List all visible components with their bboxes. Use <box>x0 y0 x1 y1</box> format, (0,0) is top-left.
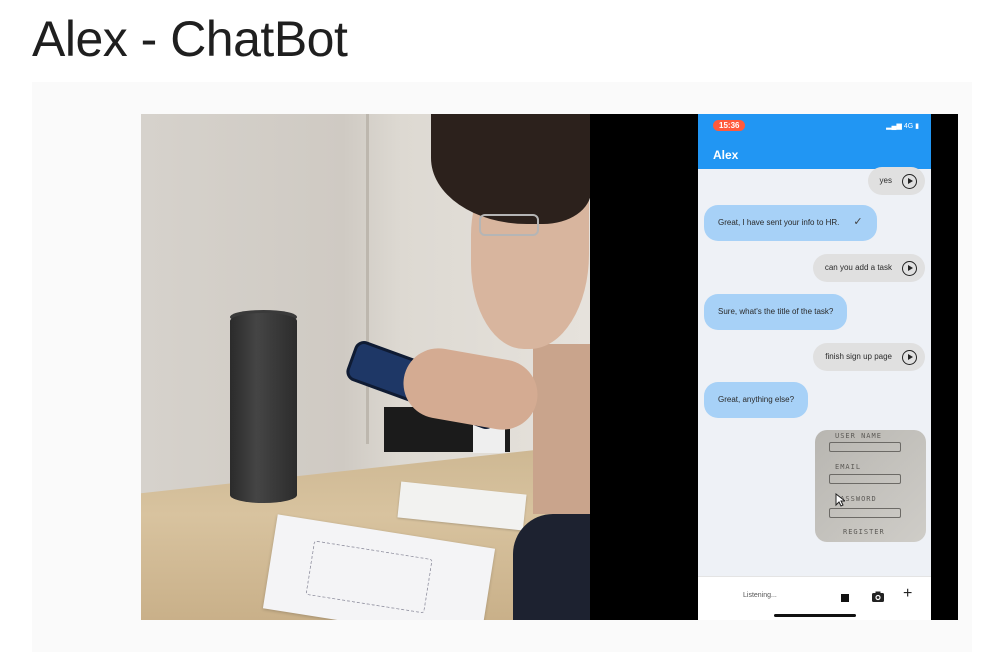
check-icon: ✓ <box>853 216 863 229</box>
demo-video[interactable]: 15:36 ▂▄▆ 4G ▮ Alex yes Great, I have se… <box>141 114 958 620</box>
person-hair <box>431 114 590 224</box>
wall-corner <box>366 114 369 444</box>
sketch-field <box>829 442 901 452</box>
app-bar: 15:36 ▂▄▆ 4G ▮ Alex <box>698 114 931 169</box>
input-bar: Listening... + <box>698 576 931 620</box>
play-icon[interactable] <box>902 173 917 189</box>
sketch-field <box>829 508 901 518</box>
glasses <box>479 214 539 236</box>
smart-speaker <box>230 313 297 503</box>
phone-screen: 15:36 ▂▄▆ 4G ▮ Alex yes Great, I have se… <box>698 114 931 620</box>
person-shirt <box>513 514 590 620</box>
sketch-field <box>829 474 901 484</box>
message-user: can you add a task <box>812 254 925 282</box>
message-bot: Sure, what's the title of the task? <box>704 294 848 330</box>
app-title: Alex <box>713 148 739 162</box>
message-user: yes <box>867 167 925 195</box>
plus-icon[interactable]: + <box>903 586 912 602</box>
demo-photo <box>141 114 590 620</box>
stop-icon[interactable] <box>841 594 849 602</box>
listening-status: Listening... <box>743 592 777 599</box>
play-icon[interactable] <box>902 349 917 365</box>
home-indicator <box>774 614 856 617</box>
message-bot: Great, anything else? <box>704 382 809 418</box>
slide-title: Alex - ChatBot <box>32 11 348 67</box>
status-network: ▂▄▆ 4G ▮ <box>886 123 919 130</box>
message-bot: Great, I have sent your info to HR. ✓ <box>704 205 877 241</box>
play-icon[interactable] <box>902 260 917 276</box>
signal-icon: ▂▄▆ <box>886 123 902 130</box>
person-neck <box>533 344 590 514</box>
status-time: 15:36 <box>713 120 746 131</box>
battery-icon: ▮ <box>915 123 919 130</box>
message-user: finish sign up page <box>813 343 925 371</box>
image-message[interactable]: USER NAME EMAIL PASSWORD REGISTER <box>815 430 926 542</box>
cursor-icon <box>835 493 845 507</box>
camera-icon[interactable] <box>871 590 885 604</box>
